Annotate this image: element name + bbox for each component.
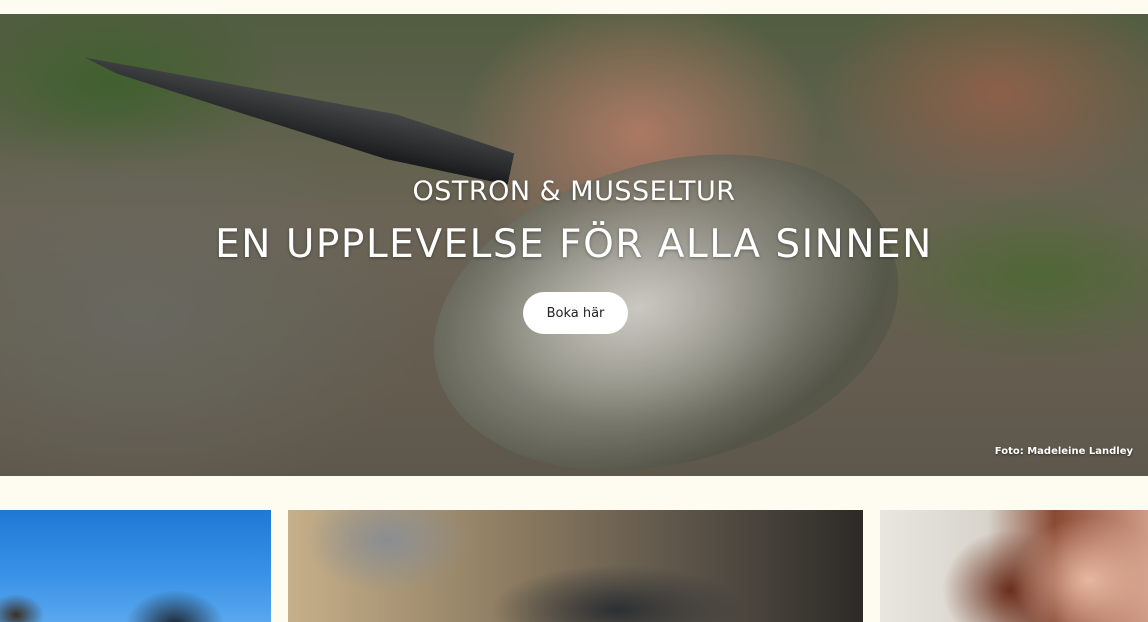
- photo-credit: Foto: Madeleine Landley: [994, 446, 1133, 457]
- hero-subtitle: OSTRON & MUSSELTUR: [412, 176, 736, 207]
- card-image-people-sky[interactable]: [0, 510, 271, 622]
- card-image-cooking-pan[interactable]: [288, 510, 863, 622]
- card-image-woman-portrait[interactable]: [880, 510, 1148, 622]
- hero-banner: OSTRON & MUSSELTUR EN UPPLEVELSE FÖR ALL…: [0, 14, 1148, 476]
- book-button[interactable]: Boka här: [523, 292, 628, 334]
- card-row: [0, 510, 1148, 622]
- top-band: [0, 0, 1148, 14]
- hero-title: EN UPPLEVELSE FÖR ALLA SINNEN: [215, 222, 933, 267]
